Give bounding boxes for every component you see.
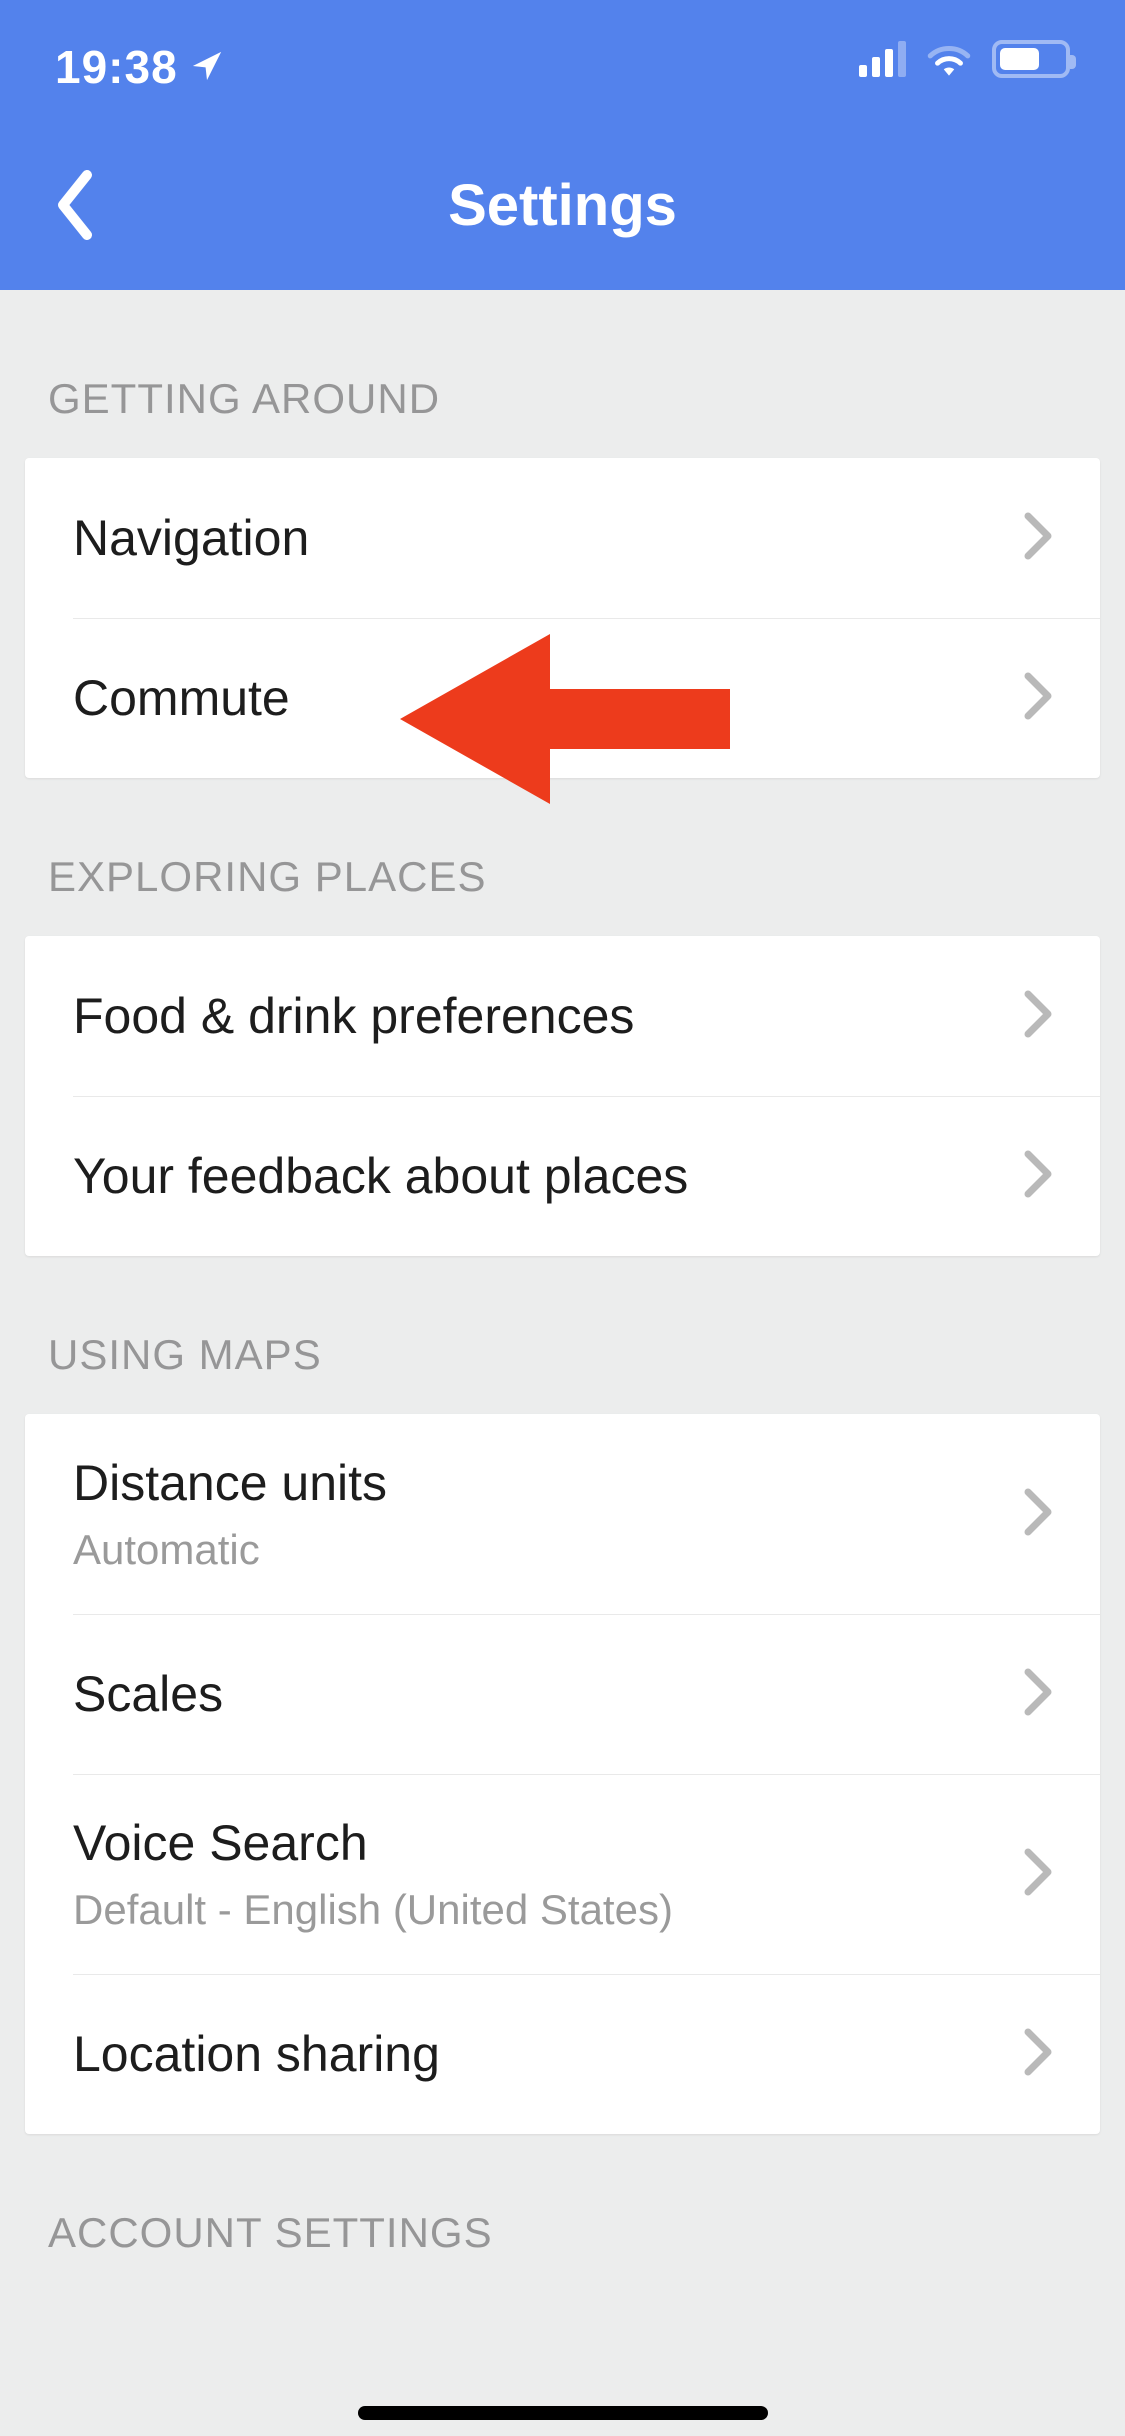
section-header-account-settings: Account Settings [0,2134,1125,2292]
group-exploring-places: Food & drink preferences Your feedback a… [25,936,1100,1256]
status-time: 19:38 [55,40,178,94]
back-button[interactable] [30,160,120,250]
section-header-using-maps: Using Maps [0,1256,1125,1414]
row-label: Location sharing [73,2025,440,2083]
row-label: Food & drink preferences [73,987,634,1045]
row-label: Commute [73,669,290,727]
row-your-feedback-about-places[interactable]: Your feedback about places [25,1096,1100,1256]
chevron-right-icon [1024,1488,1052,1541]
row-label: Scales [73,1665,223,1723]
row-location-sharing[interactable]: Location sharing [25,1974,1100,2134]
status-left: 19:38 [55,40,224,94]
group-getting-around: Navigation Commute [25,458,1100,778]
row-distance-units[interactable]: Distance units Automatic [25,1414,1100,1614]
cellular-signal-icon [859,41,906,77]
settings-content: Getting Around Navigation Commute Explor… [0,290,1125,2292]
home-indicator[interactable] [358,2406,768,2420]
wifi-icon [924,40,974,78]
chevron-right-icon [1024,1150,1052,1203]
row-label: Navigation [73,509,309,567]
row-label: Your feedback about places [73,1147,688,1205]
row-sublabel: Default - English (United States) [73,1886,673,1934]
section-header-getting-around: Getting Around [0,300,1125,458]
chevron-right-icon [1024,512,1052,565]
row-sublabel: Automatic [73,1526,387,1574]
chevron-left-icon [55,170,95,240]
row-voice-search[interactable]: Voice Search Default - English (United S… [25,1774,1100,1974]
group-using-maps: Distance units Automatic Scales Voice Se… [25,1414,1100,2134]
page-title: Settings [448,172,677,239]
row-navigation[interactable]: Navigation [25,458,1100,618]
chevron-right-icon [1024,672,1052,725]
row-food-drink-preferences[interactable]: Food & drink preferences [25,936,1100,1096]
row-label: Voice Search [73,1814,673,1872]
row-scales[interactable]: Scales [25,1614,1100,1774]
row-commute[interactable]: Commute [25,618,1100,778]
chevron-right-icon [1024,1848,1052,1901]
header-bar: 19:38 [0,0,1125,290]
nav-bar: Settings [0,120,1125,290]
section-header-exploring-places: Exploring Places [0,778,1125,936]
chevron-right-icon [1024,1668,1052,1721]
location-arrow-icon [190,40,224,94]
chevron-right-icon [1024,990,1052,1043]
status-bar: 19:38 [0,0,1125,120]
row-label: Distance units [73,1454,387,1512]
chevron-right-icon [1024,2028,1052,2081]
status-right [859,40,1070,78]
battery-icon [992,40,1070,78]
